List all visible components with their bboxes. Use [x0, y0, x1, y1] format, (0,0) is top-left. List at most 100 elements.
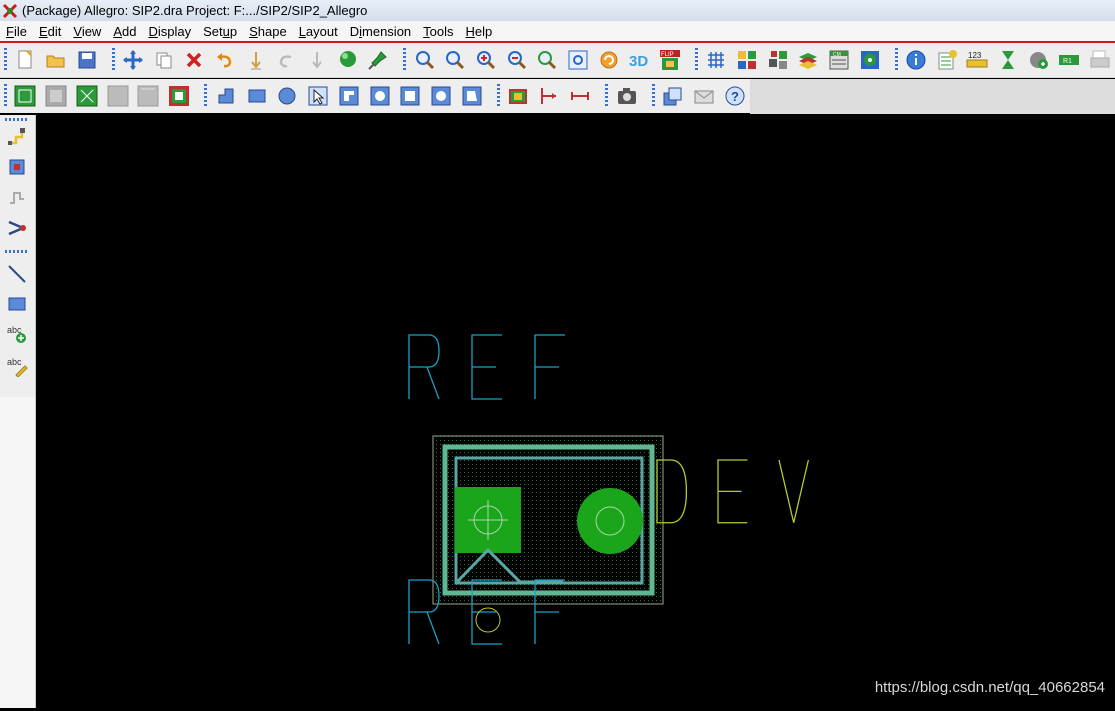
glyph-e: [472, 335, 502, 399]
toolbar-grip[interactable]: [695, 48, 699, 72]
select-shape-icon[interactable]: [305, 83, 331, 109]
windows-icon[interactable]: [660, 83, 686, 109]
add-text-icon[interactable]: abc: [4, 321, 30, 347]
shape-boundary-icon[interactable]: [166, 83, 192, 109]
zoom-points-icon[interactable]: [412, 47, 438, 73]
redo-icon[interactable]: [273, 47, 299, 73]
drc-icon[interactable]: [857, 47, 883, 73]
toolbar-grip[interactable]: [605, 84, 609, 108]
shadow-icon[interactable]: [765, 47, 791, 73]
dimension-icon[interactable]: [536, 83, 562, 109]
rect-void-icon[interactable]: [397, 83, 423, 109]
mail-icon[interactable]: [691, 83, 717, 109]
manual-void-icon[interactable]: [336, 83, 362, 109]
menu-item-view[interactable]: View: [67, 24, 107, 39]
snapshot-icon[interactable]: [614, 83, 640, 109]
menu-item-edit[interactable]: Edit: [33, 24, 67, 39]
shape-void-icon[interactable]: [43, 83, 69, 109]
ref-top-label[interactable]: [409, 335, 565, 399]
menu-item-help[interactable]: Help: [460, 24, 499, 39]
help-icon[interactable]: ?: [722, 83, 748, 109]
menu-item-tools[interactable]: Tools: [417, 24, 459, 39]
shape-merge-icon[interactable]: [74, 83, 100, 109]
shape-edit-icon[interactable]: [135, 83, 161, 109]
layers-icon[interactable]: [795, 47, 821, 73]
pad-2-round[interactable]: [577, 488, 643, 554]
menu-label-part: p: [229, 23, 238, 39]
toolbar-grip[interactable]: [4, 48, 7, 72]
route-icon[interactable]: [4, 123, 30, 149]
oops-icon[interactable]: [304, 47, 330, 73]
report-icon[interactable]: [934, 47, 960, 73]
package-footprint[interactable]: [432, 435, 664, 605]
move-icon[interactable]: [120, 47, 146, 73]
delete-void-icon[interactable]: [428, 83, 454, 109]
zoom-fit-icon[interactable]: [443, 47, 469, 73]
toolbar-grip[interactable]: [4, 84, 7, 108]
shape-select-icon[interactable]: [12, 83, 38, 109]
save-icon[interactable]: [74, 47, 100, 73]
redraw-icon[interactable]: [596, 47, 622, 73]
shape-fill-icon[interactable]: [105, 83, 131, 109]
design-drawing[interactable]: [36, 115, 1115, 708]
zoom-out-icon[interactable]: [504, 47, 530, 73]
print-icon[interactable]: [1087, 47, 1113, 73]
zoom-previous-icon[interactable]: [534, 47, 560, 73]
menu-item-layout[interactable]: Layout: [293, 24, 344, 39]
3d-view-icon[interactable]: 3D: [626, 47, 652, 73]
toolbar-grip[interactable]: [403, 48, 407, 72]
toolbar-grip[interactable]: [111, 48, 115, 72]
done-icon[interactable]: [243, 47, 269, 73]
refdes-icon[interactable]: R1: [1056, 47, 1082, 73]
design-canvas[interactable]: https://blog.csdn.net/qq_40662854: [36, 115, 1115, 708]
slide-icon[interactable]: [4, 183, 30, 209]
menu-label-part: elp: [474, 23, 493, 39]
toolbar-grip[interactable]: [5, 118, 29, 121]
measure-icon[interactable]: 123: [965, 47, 991, 73]
menu-item-dimension[interactable]: Dimension: [344, 24, 417, 39]
window-title: (Package) Allegro: SIP2.dra Project: F:.…: [22, 3, 368, 18]
toolbar-grip[interactable]: [204, 84, 208, 108]
undo-icon[interactable]: [212, 47, 238, 73]
open-icon[interactable]: [43, 47, 69, 73]
edit-boundary-icon[interactable]: [459, 83, 485, 109]
menu-item-file[interactable]: File: [0, 24, 33, 39]
menu-item-shape[interactable]: Shape: [243, 24, 293, 39]
linear-dimension-icon[interactable]: [567, 83, 593, 109]
circle-icon[interactable]: [274, 83, 300, 109]
pin-icon[interactable]: [365, 47, 391, 73]
menu-item-display[interactable]: Display: [142, 24, 197, 39]
circle-void-icon[interactable]: [367, 83, 393, 109]
add-connect-icon[interactable]: [1026, 47, 1052, 73]
glyph-v: [779, 460, 808, 523]
constraint-manager-icon[interactable]: CM: [826, 47, 852, 73]
menu-item-add[interactable]: Add: [107, 24, 142, 39]
toolbar-grip[interactable]: [651, 84, 655, 108]
menu-mnemonic: D: [148, 23, 158, 39]
left-toolbar: abc abc: [0, 115, 36, 708]
new-icon[interactable]: [12, 47, 38, 73]
zoom-in-icon[interactable]: [473, 47, 499, 73]
toolbar-grip[interactable]: [894, 48, 898, 72]
edit-text-icon[interactable]: abc: [4, 353, 30, 379]
copy-icon[interactable]: [151, 47, 177, 73]
delete-icon[interactable]: [182, 47, 208, 73]
dev-label[interactable]: [657, 460, 808, 523]
add-rect-icon[interactable]: [4, 291, 30, 317]
toolbar-grip[interactable]: [497, 84, 501, 108]
info-icon[interactable]: [903, 47, 929, 73]
color-icon[interactable]: [734, 47, 760, 73]
component-icon[interactable]: [506, 83, 532, 109]
menu-item-setup[interactable]: Setup: [197, 24, 243, 39]
zoom-world-icon[interactable]: [565, 47, 591, 73]
add-line-icon[interactable]: [4, 261, 30, 287]
toolbar-grip[interactable]: [5, 250, 29, 253]
pick-icon[interactable]: [335, 47, 361, 73]
hourglass-icon[interactable]: [995, 47, 1021, 73]
rectangle-icon[interactable]: [244, 83, 270, 109]
polygon-icon[interactable]: [213, 83, 239, 109]
fanout-icon[interactable]: [4, 215, 30, 241]
flip-icon[interactable]: FLIP: [657, 47, 683, 73]
grid-icon[interactable]: [704, 47, 730, 73]
place-icon[interactable]: [4, 153, 30, 179]
